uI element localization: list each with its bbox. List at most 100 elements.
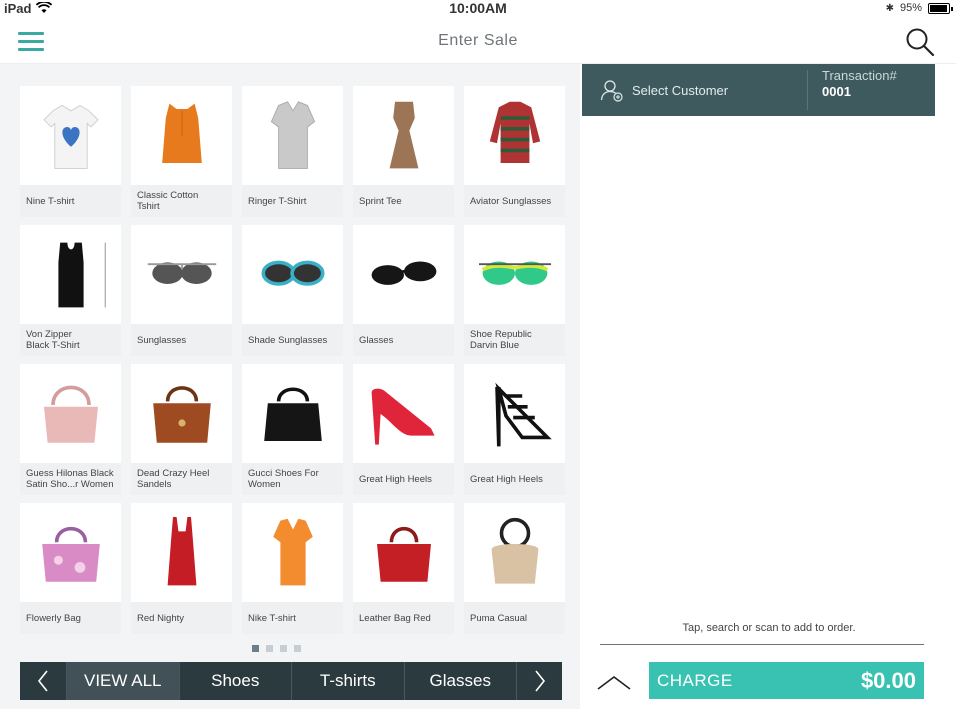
product-tile[interactable]: Von Zipper Black T-Shirt: [20, 225, 121, 356]
order-pane: Select Customer Transaction# 0001 Tap, s…: [582, 64, 956, 709]
product-tile[interactable]: Glasses: [353, 225, 454, 356]
product-tile[interactable]: Dead Crazy Heel Sandels: [131, 364, 232, 495]
category-view-all[interactable]: VIEW ALL: [66, 662, 179, 700]
product-tile[interactable]: Great High Heels: [353, 364, 454, 495]
category-bar: VIEW ALL Shoes T-shirts Glasses: [20, 662, 562, 700]
product-tile[interactable]: Puma Casual: [464, 503, 565, 634]
product-image: [353, 364, 454, 463]
page-title: Enter Sale: [438, 32, 518, 49]
product-image: [20, 86, 121, 185]
product-image: [131, 225, 232, 324]
product-tile[interactable]: Sunglasses: [131, 225, 232, 356]
product-name: Great High Heels: [353, 463, 454, 495]
category-prev-button[interactable]: [20, 662, 66, 700]
product-tile[interactable]: Great High Heels: [464, 364, 565, 495]
category-next-button[interactable]: [516, 662, 562, 700]
black-handbag-image: [263, 386, 322, 441]
charge-button[interactable]: CHARGE $0.00: [649, 662, 924, 699]
status-bar: iPad 10:00AM ✱ 95%: [0, 0, 956, 18]
device-name: iPad: [4, 0, 32, 16]
product-name: Nine T-shirt: [20, 185, 121, 217]
product-tile[interactable]: Nike T-shirt: [242, 503, 343, 634]
page-dot[interactable]: [280, 645, 287, 652]
product-image: [20, 225, 121, 324]
product-name: Guess Hilonas Black Satin Sho...r Women: [20, 463, 121, 495]
product-image: [131, 364, 232, 463]
brown-dress-image: [389, 101, 418, 168]
product-name: Glasses: [353, 324, 454, 356]
search-icon[interactable]: [904, 26, 936, 58]
select-customer-button[interactable]: Select Customer: [582, 70, 808, 110]
product-image: [464, 86, 565, 185]
page-dot[interactable]: [294, 645, 301, 652]
product-tile[interactable]: Red Nighty: [131, 503, 232, 634]
add-customer-icon: [600, 80, 623, 102]
striped-sweater-image: [489, 101, 540, 163]
product-image: [242, 503, 343, 602]
page-indicator[interactable]: [252, 645, 301, 652]
red-heel-image: [371, 388, 435, 445]
divider: [600, 644, 924, 645]
menu-icon[interactable]: [18, 32, 44, 52]
product-tile[interactable]: Shade Sunglasses: [242, 225, 343, 356]
nav-bar: Enter Sale: [0, 18, 956, 64]
red-nighty-image: [167, 516, 196, 585]
product-name: Sunglasses: [131, 324, 232, 356]
status-right: ✱ 95%: [885, 0, 953, 16]
status-time: 10:00AM: [449, 0, 507, 16]
battery-icon: [928, 2, 953, 14]
product-name: Gucci Shoes For Women: [242, 463, 343, 495]
transaction-info: Transaction# 0001: [808, 64, 897, 116]
orange-top-image: [161, 103, 202, 163]
grey-shirt-image: [270, 100, 315, 169]
product-name: Von Zipper Black T-Shirt: [20, 324, 121, 356]
mirror-sunglasses-image: [478, 261, 551, 285]
product-image: [242, 86, 343, 185]
product-name: Dead Crazy Heel Sandels: [131, 463, 232, 495]
black-tank-image: [57, 242, 106, 307]
product-name: Leather Bag Red: [353, 602, 454, 634]
page-dot[interactable]: [266, 645, 273, 652]
floral-bag-image: [41, 526, 100, 582]
product-image: [131, 86, 232, 185]
product-grid: Nine T-shirt Classic Cotton Tshirt Ringer …: [20, 86, 565, 634]
product-tile[interactable]: Flowerly Bag: [20, 503, 121, 634]
product-tile[interactable]: Sprint Tee: [353, 86, 454, 217]
red-leather-bag-image: [376, 526, 431, 582]
product-tile[interactable]: Classic Cotton Tshirt: [131, 86, 232, 217]
page-dot[interactable]: [252, 645, 259, 652]
product-tile[interactable]: Gucci Shoes For Women: [242, 364, 343, 495]
status-left: iPad: [4, 0, 53, 16]
product-tile[interactable]: Aviator Sunglasses: [464, 86, 565, 217]
brown-handbag-image: [152, 385, 211, 443]
product-pane: Nine T-shirt Classic Cotton Tshirt Ringer …: [0, 64, 580, 709]
bluetooth-icon: ✱: [885, 2, 894, 14]
product-image: [353, 503, 454, 602]
chevron-up-icon[interactable]: [596, 672, 632, 692]
product-image: [464, 503, 565, 602]
product-image: [464, 364, 565, 463]
product-image: [353, 86, 454, 185]
customer-bar: Select Customer Transaction# 0001: [582, 64, 935, 116]
category-tshirts[interactable]: T-shirts: [291, 662, 404, 700]
order-hint: Tap, search or scan to add to order.: [682, 622, 856, 634]
product-tile[interactable]: Shoe Republic Darvin Blue: [464, 225, 565, 356]
product-tile[interactable]: Nine T-shirt: [20, 86, 121, 217]
product-name: Aviator Sunglasses: [464, 185, 565, 217]
product-tile[interactable]: Ringer T-Shirt: [242, 86, 343, 217]
transaction-number: 0001: [822, 84, 851, 99]
black-sandal-image: [494, 382, 552, 446]
chevron-right-icon: [534, 670, 545, 692]
charge-amount: $0.00: [860, 667, 916, 693]
product-image: [20, 364, 121, 463]
black-sunglasses-image: [371, 261, 436, 285]
product-tile[interactable]: Guess Hilonas Black Satin Sho...r Women: [20, 364, 121, 495]
product-name: Sprint Tee: [353, 185, 454, 217]
product-name: Puma Casual: [464, 602, 565, 634]
cream-bag-image: [491, 517, 538, 584]
category-shoes[interactable]: Shoes: [178, 662, 292, 700]
product-name: Classic Cotton Tshirt: [131, 185, 232, 217]
product-name: Ringer T-Shirt: [242, 185, 343, 217]
product-tile[interactable]: Leather Bag Red: [353, 503, 454, 634]
category-glasses[interactable]: Glasses: [403, 662, 517, 700]
